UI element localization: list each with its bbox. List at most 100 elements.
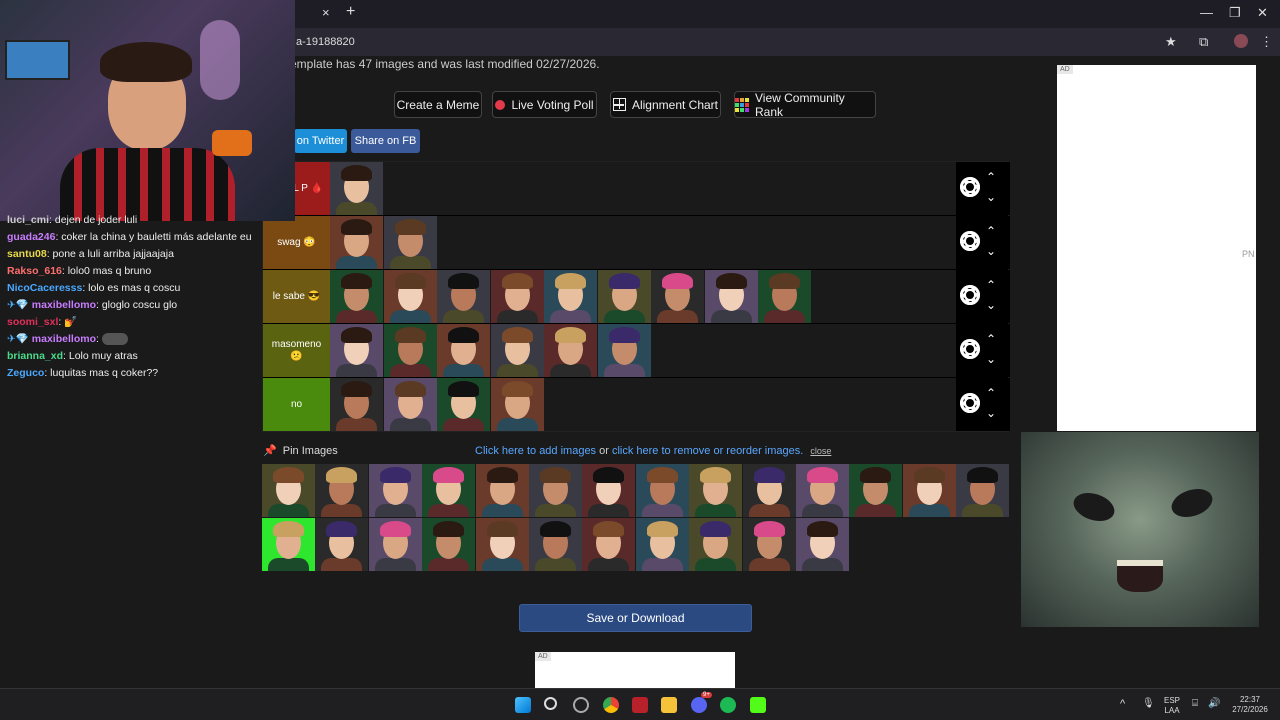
pool-image[interactable] xyxy=(635,518,689,571)
minimize-button[interactable]: — xyxy=(1200,5,1213,20)
tier-label[interactable]: swag 😳 xyxy=(263,216,330,269)
live-voting-poll-button[interactable]: Live Voting Poll xyxy=(492,91,597,118)
pool-image[interactable] xyxy=(315,464,369,517)
search-icon[interactable] xyxy=(544,697,557,710)
chevron-down-icon[interactable]: ⌄ xyxy=(986,407,996,419)
clock[interactable]: 22:37 27/2/2026 xyxy=(1228,695,1272,715)
spotify-icon[interactable] xyxy=(720,697,736,713)
pool-image[interactable] xyxy=(742,518,796,571)
tier-image[interactable] xyxy=(597,270,651,323)
pool-image[interactable] xyxy=(796,464,849,517)
tier-image[interactable] xyxy=(437,270,490,323)
pool-image[interactable] xyxy=(475,464,529,517)
network-icon[interactable]: ⌸ xyxy=(1192,699,1198,709)
chat-username[interactable]: Rakso_616 xyxy=(7,265,62,277)
chevron-up-icon[interactable]: ⌃ xyxy=(986,225,996,237)
tier-image[interactable] xyxy=(383,216,437,269)
view-community-rank-button[interactable]: View Community Rank xyxy=(734,91,876,119)
tier-image[interactable] xyxy=(383,378,437,431)
chevron-up-icon[interactable]: ⌃ xyxy=(986,171,996,183)
pool-image[interactable] xyxy=(368,464,422,517)
alignment-chart-button[interactable]: Alignment Chart xyxy=(610,91,721,118)
pool-image[interactable] xyxy=(315,518,369,571)
chevron-down-icon[interactable]: ⌄ xyxy=(986,191,996,203)
create-meme-button[interactable]: Create a Meme xyxy=(394,91,482,118)
windows-start-icon[interactable] xyxy=(515,697,531,713)
tier-image[interactable] xyxy=(704,270,758,323)
tier-image[interactable] xyxy=(651,270,704,323)
chevron-down-icon[interactable]: ⌄ xyxy=(986,245,996,257)
tier-image[interactable] xyxy=(383,270,437,323)
chevron-up-icon[interactable]: ⌃ xyxy=(986,279,996,291)
chat-username[interactable]: guada246 xyxy=(7,231,55,243)
tier-image[interactable] xyxy=(490,378,544,431)
pool-image[interactable] xyxy=(902,464,956,517)
app-icon[interactable] xyxy=(632,697,648,713)
pool-image[interactable] xyxy=(582,518,636,571)
pool-image[interactable] xyxy=(689,518,743,571)
chat-username[interactable]: brianna_xd xyxy=(7,350,63,362)
tier-label[interactable]: le sabe 😎 xyxy=(263,270,330,323)
pool-image[interactable] xyxy=(422,518,476,571)
file-explorer-icon[interactable] xyxy=(661,697,677,713)
new-tab-button[interactable]: + xyxy=(346,3,355,21)
share-facebook-button[interactable]: Share on FB xyxy=(351,129,420,153)
tier-image[interactable] xyxy=(597,324,651,377)
chevron-up-icon[interactable]: ⌃ xyxy=(986,333,996,345)
copilot-icon[interactable] xyxy=(573,697,589,713)
side-ad[interactable]: AD PN xyxy=(1057,65,1256,431)
tier-label[interactable]: no xyxy=(263,378,330,431)
tier-image[interactable] xyxy=(437,378,490,431)
volume-icon[interactable]: 🔊 xyxy=(1208,699,1220,709)
chat-username[interactable]: luci_cmi xyxy=(7,214,49,226)
pool-image[interactable] xyxy=(689,464,743,517)
pool-image[interactable] xyxy=(529,518,582,571)
chat-username[interactable]: santu08 xyxy=(7,248,47,260)
tier-image[interactable] xyxy=(490,270,544,323)
chrome-icon[interactable] xyxy=(603,697,619,713)
profile-avatar[interactable] xyxy=(1234,34,1248,48)
save-download-button[interactable]: Save or Download xyxy=(519,604,752,632)
pool-image[interactable] xyxy=(635,464,689,517)
chevron-down-icon[interactable]: ⌄ xyxy=(986,353,996,365)
extensions-icon[interactable]: ⧉ xyxy=(1199,34,1208,50)
maximize-button[interactable]: ❐ xyxy=(1229,5,1241,21)
pool-image[interactable] xyxy=(262,518,315,571)
chevron-up-icon[interactable]: ⌃ xyxy=(986,387,996,399)
pool-image[interactable] xyxy=(796,518,849,571)
star-icon[interactable]: ★ xyxy=(1165,34,1177,50)
share-twitter-button[interactable]: on Twitter xyxy=(294,129,347,153)
pool-image[interactable] xyxy=(956,464,1010,517)
chat-username[interactable]: soomi_sxl xyxy=(7,316,58,328)
language-indicator[interactable]: ESP LAA xyxy=(1164,696,1180,716)
chat-username[interactable]: maxibellomo xyxy=(32,299,96,311)
pin-images-toggle[interactable]: 📌 Pin Images xyxy=(263,444,338,457)
tier-image[interactable] xyxy=(544,270,597,323)
pool-image[interactable] xyxy=(262,464,315,517)
tier-image[interactable] xyxy=(437,324,490,377)
chat-username[interactable]: NicoCaceresss xyxy=(7,282,82,294)
chevron-down-icon[interactable]: ⌄ xyxy=(986,299,996,311)
url-text[interactable]: a-19188820 xyxy=(296,36,355,48)
tier-image[interactable] xyxy=(330,270,383,323)
chat-username[interactable]: Zeguco xyxy=(7,367,44,379)
tier-label[interactable]: masomeno 😕 xyxy=(263,324,330,377)
bottom-ad[interactable]: AD xyxy=(535,652,735,688)
kebab-menu-icon[interactable]: ⋮ xyxy=(1260,34,1273,50)
tier-image[interactable] xyxy=(758,270,811,323)
tier-image[interactable] xyxy=(330,162,383,215)
pool-image[interactable] xyxy=(475,518,529,571)
close-link[interactable]: close xyxy=(810,446,831,456)
add-images-link[interactable]: Click here to add images xyxy=(475,445,596,457)
pool-image[interactable] xyxy=(742,464,796,517)
tier-image[interactable] xyxy=(330,378,383,431)
pool-image[interactable] xyxy=(582,464,636,517)
tier-image[interactable] xyxy=(490,324,544,377)
pool-image[interactable] xyxy=(422,464,476,517)
window-close-button[interactable]: ✕ xyxy=(1257,5,1268,21)
tier-image[interactable] xyxy=(383,324,437,377)
tray-overflow-icon[interactable]: ^ xyxy=(1120,699,1125,710)
pool-image[interactable] xyxy=(849,464,903,517)
chat-username[interactable]: maxibellomo xyxy=(32,333,96,345)
discord-icon[interactable] xyxy=(691,697,707,713)
